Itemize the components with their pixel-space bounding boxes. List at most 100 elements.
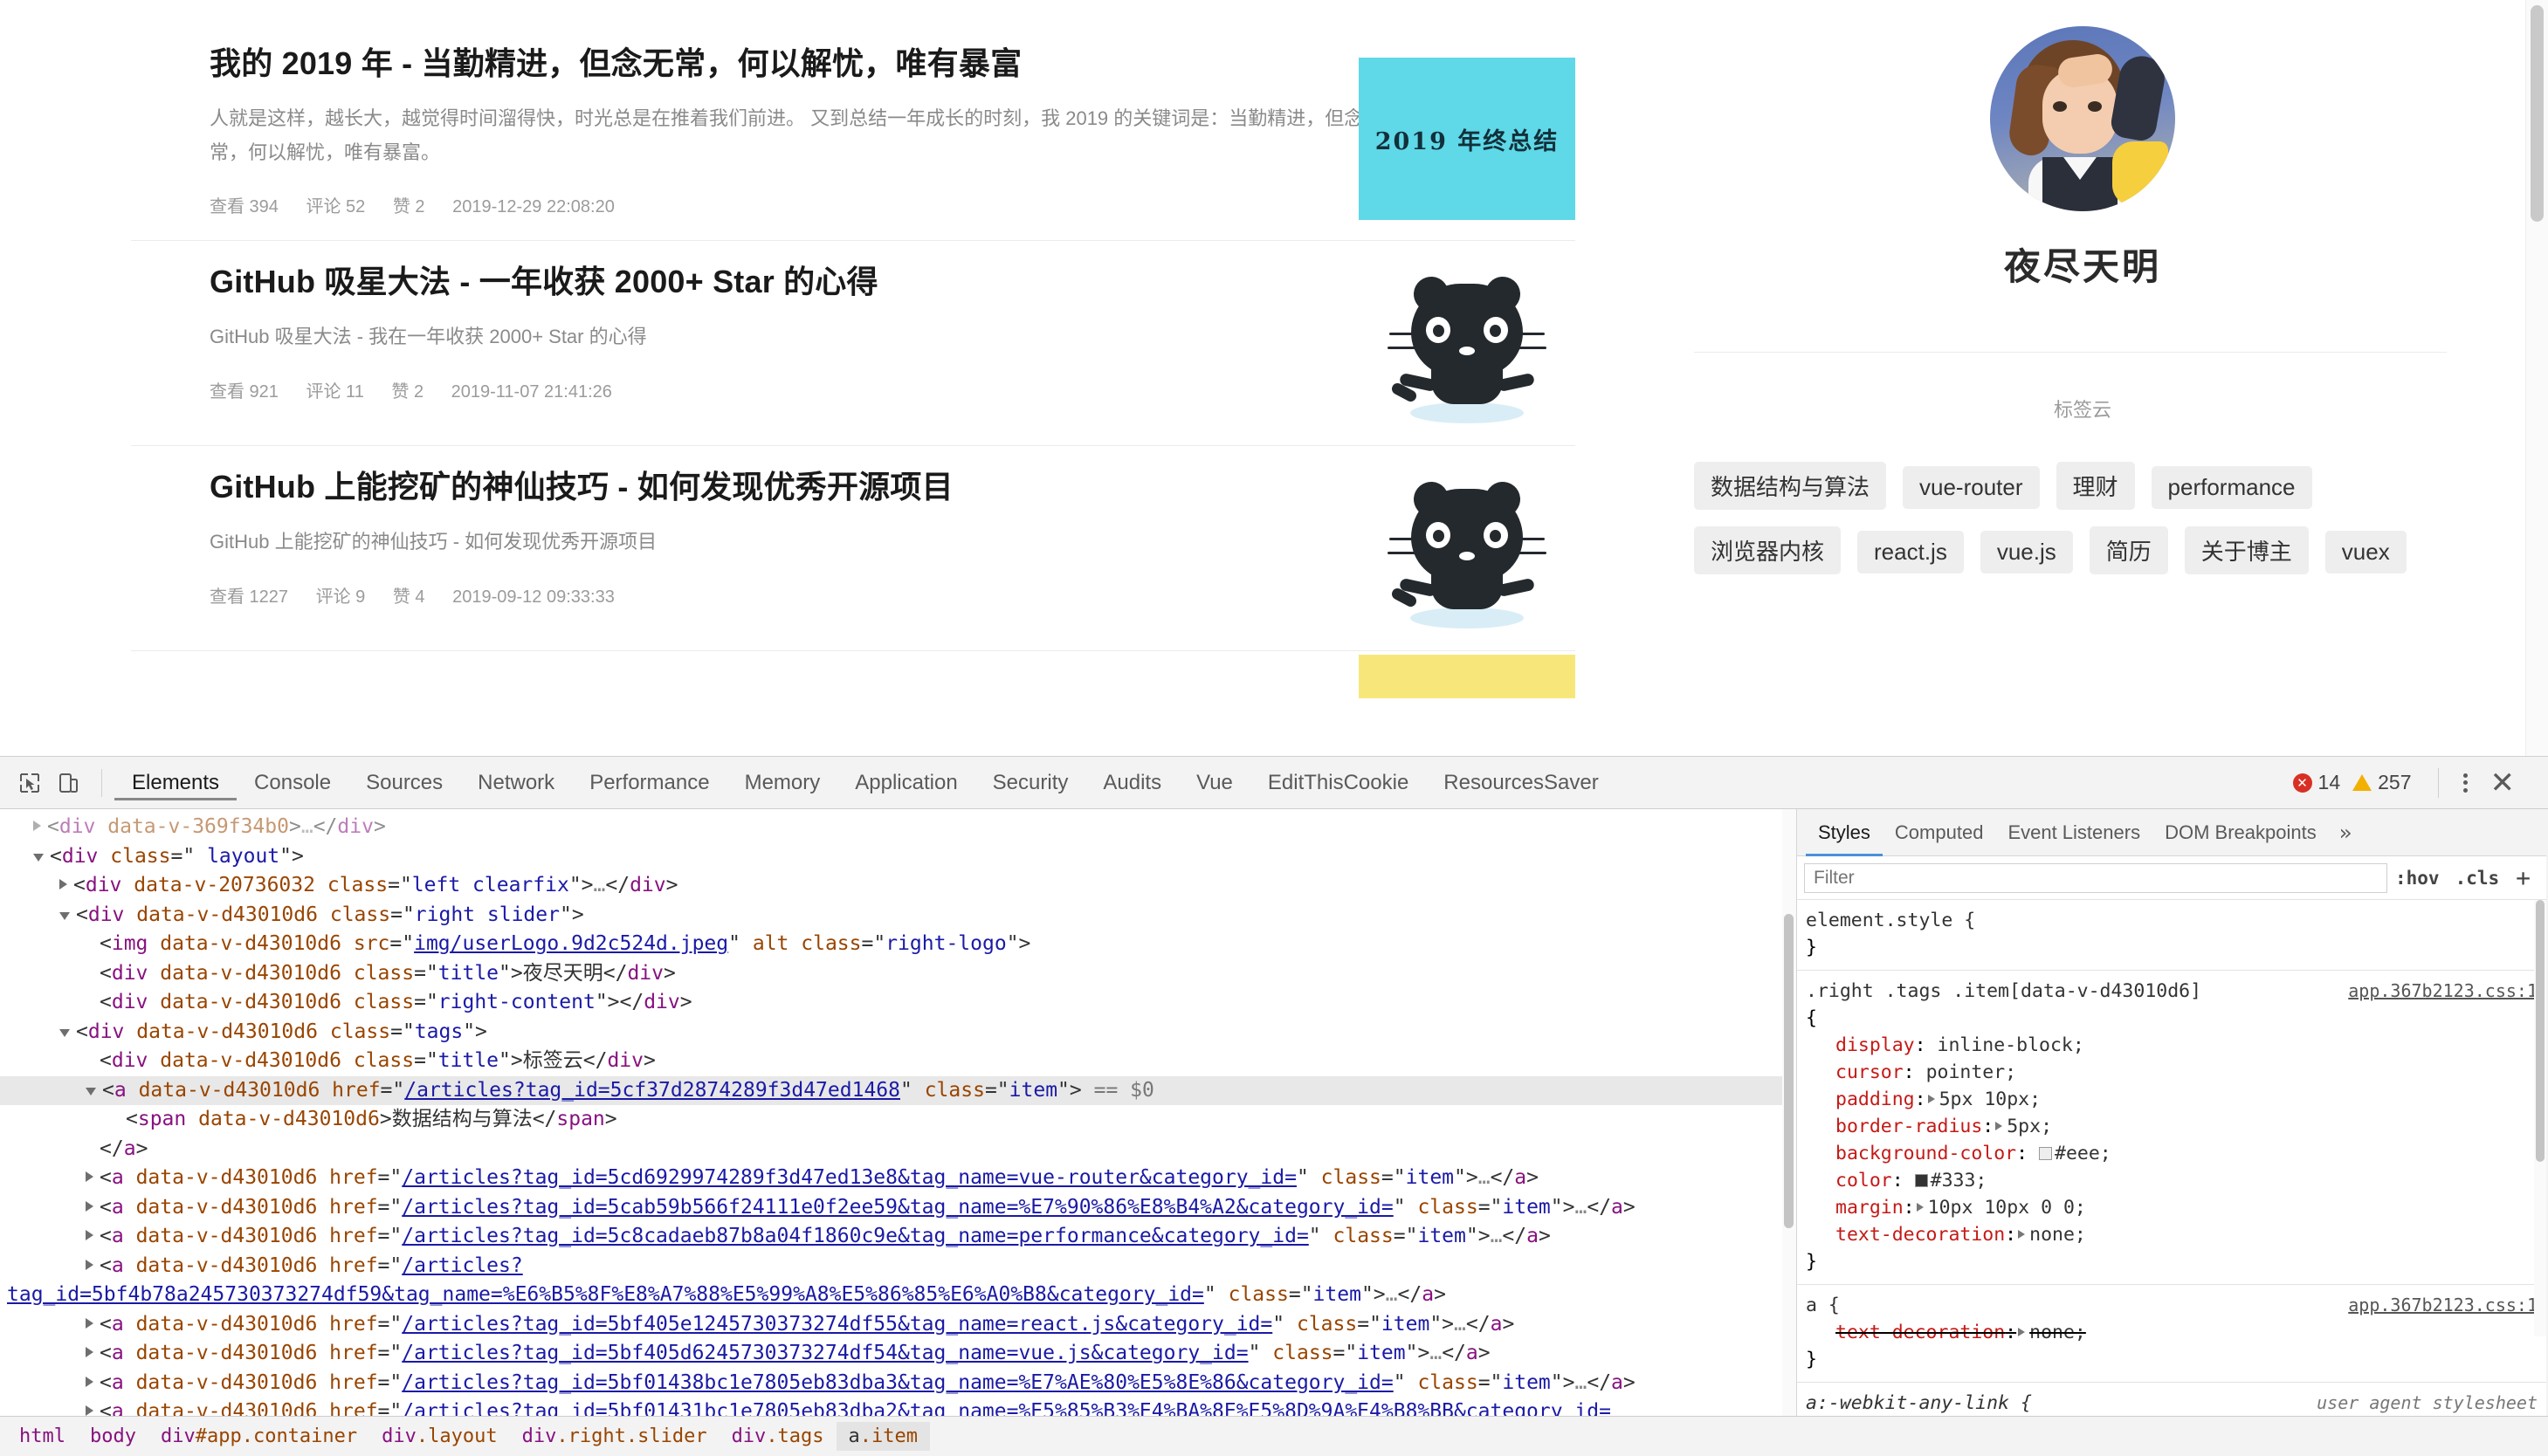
dom-tree-line[interactable]: <div data-v-d43010d6 class="right-conten…	[0, 988, 1796, 1018]
expand-triangle-icon[interactable]	[86, 1230, 93, 1240]
dom-tree-line[interactable]: <div data-v-369f34b0>…</div>	[0, 813, 1796, 842]
css-declaration[interactable]: text-decoration:none;	[1806, 1319, 2538, 1346]
devtools-tab-editthiscookie[interactable]: EditThisCookie	[1250, 766, 1426, 800]
css-property-name[interactable]: background-color	[1806, 1143, 2016, 1164]
css-property-name[interactable]: color	[1806, 1170, 1892, 1192]
page-scrollbar[interactable]	[2525, 0, 2548, 756]
styles-tab-computed[interactable]: Computed	[1883, 809, 1996, 856]
styles-filter-input[interactable]	[1804, 863, 2387, 893]
devtools-tab-network[interactable]: Network	[460, 766, 572, 800]
css-property-value[interactable]: none;	[2029, 1322, 2086, 1343]
color-swatch[interactable]	[1915, 1174, 1928, 1187]
devtools-tab-resourcessaver[interactable]: ResourcesSaver	[1426, 766, 1615, 800]
devtools-tab-memory[interactable]: Memory	[727, 766, 838, 800]
hov-toggle[interactable]: :hov	[2387, 868, 2448, 889]
dom-tree-line[interactable]: tag_id=5bf4b78a245730373274df59&tag_name…	[0, 1281, 1796, 1310]
dom-tree-line[interactable]: <div class=" layout">	[0, 842, 1796, 872]
article-item-partial[interactable]	[131, 651, 1575, 686]
expand-shorthand-icon[interactable]	[2018, 1328, 2025, 1336]
css-selector[interactable]: .right .tags .item[data-v-d43010d6]	[1806, 978, 2201, 1005]
dom-tree-line[interactable]: <div data-v-d43010d6 class="title">夜尽天明<…	[0, 959, 1796, 989]
devtools-tab-audits[interactable]: Audits	[1085, 766, 1179, 800]
css-declaration[interactable]: color: #333;	[1806, 1167, 2538, 1194]
css-property-name[interactable]: margin	[1806, 1197, 1904, 1219]
css-selector[interactable]: a:-webkit-any-link {	[1806, 1390, 2032, 1417]
css-declaration[interactable]: border-radius:5px;	[1806, 1113, 2538, 1140]
expand-triangle-icon[interactable]	[86, 1171, 93, 1182]
elements-dom-tree[interactable]: <div data-v-369f34b0>…</div><div class="…	[0, 809, 1797, 1417]
css-property-name[interactable]: border-radius	[1806, 1116, 1982, 1137]
avatar[interactable]	[1990, 26, 2175, 211]
dom-tree-line[interactable]: <a data-v-d43010d6 href="/articles?tag_i…	[0, 1339, 1796, 1369]
css-rule[interactable]: element.style {}	[1797, 900, 2546, 971]
css-property-name[interactable]: display	[1806, 1034, 1915, 1056]
page-scrollbar-thumb[interactable]	[2531, 5, 2544, 222]
dom-tree-scrollbar[interactable]	[1782, 809, 1796, 1417]
error-badge[interactable]: ✕ 14	[2293, 771, 2341, 794]
breadcrumb-item-div[interactable]: div#app.container	[148, 1422, 369, 1451]
devtools-tab-performance[interactable]: Performance	[572, 766, 727, 800]
breadcrumb-item-div[interactable]: div.tags	[720, 1422, 837, 1451]
dom-tree-line[interactable]: <a data-v-d43010d6 href="/articles?tag_i…	[0, 1398, 1796, 1417]
styles-tab-styles[interactable]: Styles	[1806, 809, 1883, 856]
devtools-tab-elements[interactable]: Elements	[114, 766, 237, 800]
devtools-tab-console[interactable]: Console	[237, 766, 348, 800]
color-swatch[interactable]	[2039, 1147, 2052, 1160]
new-style-rule-button[interactable]: +	[2507, 863, 2539, 892]
expand-triangle-icon[interactable]	[86, 1347, 93, 1357]
css-declaration[interactable]: cursor: pointer;	[1806, 1059, 2538, 1086]
dom-tree-line[interactable]: <div data-v-20736032 class="left clearfi…	[0, 871, 1796, 901]
dom-tree-line[interactable]: <div data-v-d43010d6 class="right slider…	[0, 901, 1796, 931]
css-property-value[interactable]: #333;	[1931, 1170, 1987, 1192]
dom-tree-line[interactable]: <a data-v-d43010d6 href="/articles?tag_i…	[0, 1310, 1796, 1340]
styles-scrollbar[interactable]	[2534, 900, 2546, 1336]
dom-tree-line[interactable]: </a>	[0, 1135, 1796, 1164]
css-declaration[interactable]: padding:5px 10px;	[1806, 1086, 2538, 1113]
devtools-tab-application[interactable]: Application	[837, 766, 974, 800]
tag-item[interactable]: 浏览器内核	[1694, 526, 1841, 574]
styles-scrollbar-thumb[interactable]	[2536, 900, 2545, 1162]
dom-tree-line[interactable]: <a data-v-d43010d6 href="/articles?tag_i…	[0, 1369, 1796, 1398]
dom-tree-scrollbar-thumb[interactable]	[1784, 914, 1794, 1228]
styles-tab-event-listeners[interactable]: Event Listeners	[1995, 809, 2152, 856]
expand-triangle-icon[interactable]	[86, 1201, 93, 1212]
tag-item[interactable]: react.js	[1857, 531, 1964, 573]
css-declaration[interactable]: background-color: #eee;	[1806, 1140, 2538, 1167]
css-property-value[interactable]: pointer;	[1926, 1061, 2017, 1083]
collapse-triangle-icon[interactable]	[86, 1088, 96, 1095]
expand-triangle-icon[interactable]	[86, 1405, 93, 1416]
css-declaration[interactable]: margin:10px 10px 0 0;	[1806, 1194, 2538, 1221]
dom-tree-line[interactable]: <a data-v-d43010d6 href="/articles?tag_i…	[0, 1222, 1796, 1252]
warning-badge[interactable]: 257	[2352, 771, 2411, 794]
devtools-tab-vue[interactable]: Vue	[1179, 766, 1250, 800]
devtools-tab-sources[interactable]: Sources	[348, 766, 460, 800]
article-title[interactable]: GitHub 吸星大法 - 一年收获 2000+ Star 的心得	[210, 262, 1450, 301]
css-property-name[interactable]: text-decoration	[1806, 1322, 2005, 1343]
expand-shorthand-icon[interactable]	[2018, 1230, 2025, 1239]
tag-item[interactable]: performance	[2152, 466, 2312, 509]
tag-item[interactable]: 简历	[2090, 526, 2168, 574]
css-property-name[interactable]: cursor	[1806, 1061, 1904, 1083]
dom-tree-line[interactable]: <div data-v-d43010d6 class="title">标签云</…	[0, 1047, 1796, 1076]
dom-tree-line[interactable]: <div data-v-d43010d6 class="tags">	[0, 1018, 1796, 1047]
css-property-value[interactable]: 5px 10px;	[1939, 1089, 2042, 1110]
css-rule[interactable]: a {app.367b2123.css:1text-decoration:non…	[1797, 1285, 2546, 1383]
expand-shorthand-icon[interactable]	[1928, 1095, 1935, 1103]
article-title[interactable]: GitHub 上能挖矿的神仙技巧 - 如何发现优秀开源项目	[210, 467, 1450, 506]
css-property-name[interactable]: padding	[1806, 1089, 1915, 1110]
devtools-tab-security[interactable]: Security	[975, 766, 1086, 800]
dom-tree-line[interactable]: <span data-v-d43010d6>数据结构与算法</span>	[0, 1105, 1796, 1135]
expand-triangle-icon[interactable]	[33, 821, 41, 831]
css-property-value[interactable]: #eee;	[2055, 1143, 2111, 1164]
article-thumbnail[interactable]	[1359, 477, 1575, 640]
breadcrumb-item-a[interactable]: a.item	[837, 1422, 930, 1451]
stylesheet-source-link[interactable]: app.367b2123.css:1	[2348, 978, 2538, 1005]
tag-item[interactable]: 理财	[2056, 462, 2135, 510]
tag-item[interactable]: vuex	[2325, 531, 2407, 573]
stylesheet-source-link[interactable]: app.367b2123.css:1	[2348, 1292, 2538, 1319]
css-property-value[interactable]: 10px 10px 0 0;	[1928, 1197, 2086, 1219]
css-property-name[interactable]: text-decoration	[1806, 1224, 2005, 1246]
breadcrumb-item-div[interactable]: div.layout	[369, 1422, 509, 1451]
css-property-value[interactable]: none;	[2029, 1224, 2086, 1246]
article-title[interactable]: 我的 2019 年 - 当勤精进，但念无常，何以解忧，唯有暴富	[210, 44, 1450, 83]
